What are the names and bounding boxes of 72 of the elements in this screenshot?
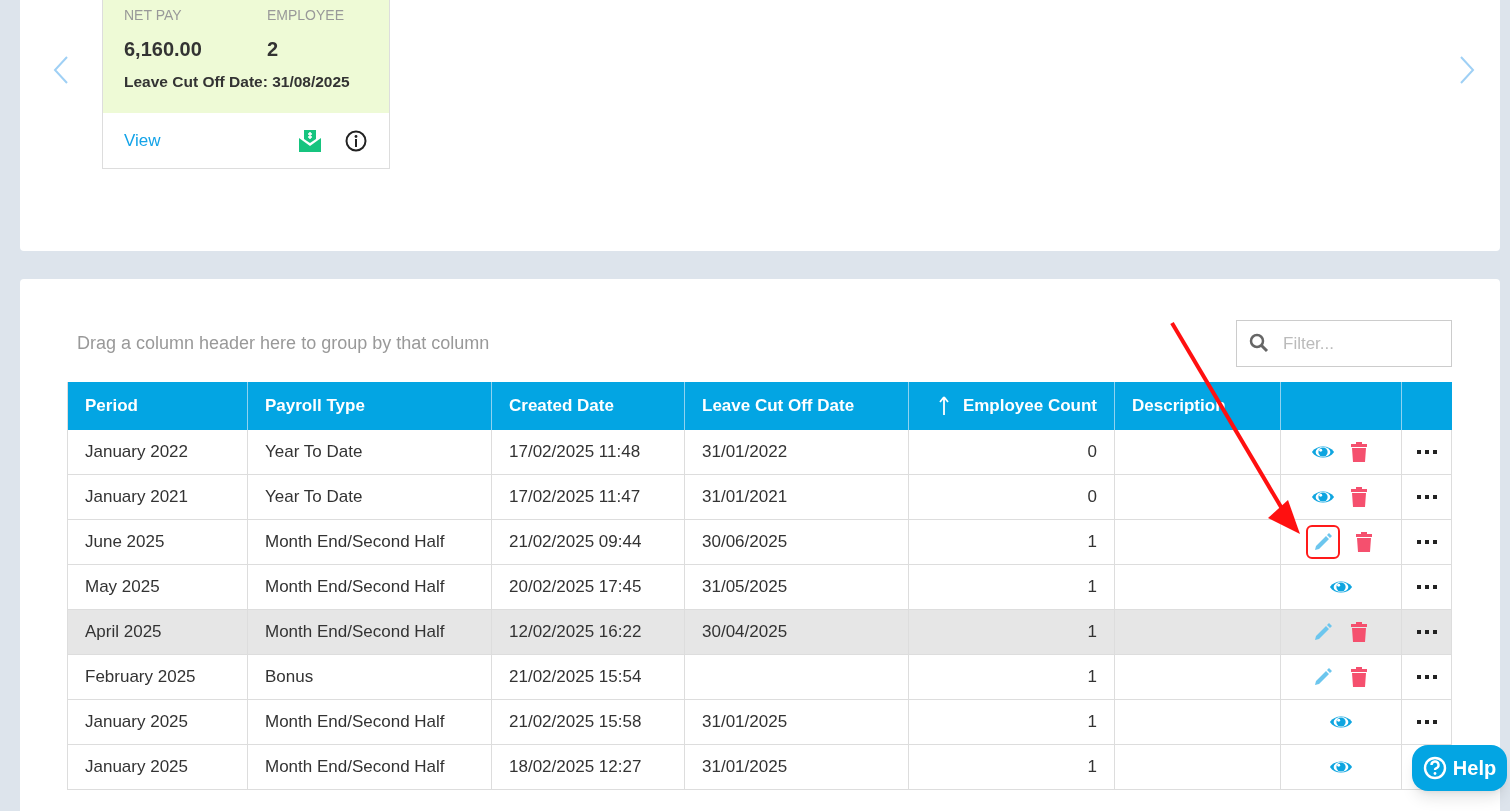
- table-cell-text: 1: [1087, 576, 1097, 599]
- table-row[interactable]: April 2025 Month End/Second Half 12/02/2025 16:22 30/04/2025 1: [68, 610, 1452, 655]
- more-icon[interactable]: [1415, 629, 1438, 635]
- table-cell-text: January 2025: [85, 711, 189, 734]
- table-cell-text: 31/01/2025: [702, 756, 788, 779]
- table-cell-text: 0: [1087, 486, 1097, 509]
- table-cell-text: 1: [1087, 711, 1097, 734]
- table-cell-text: Month End/Second Half: [265, 756, 445, 779]
- stat-label: NET PAY: [124, 6, 183, 25]
- table-row[interactable]: January 2021 Year To Date 17/02/2025 11:47 31/01/2021 0: [68, 475, 1452, 520]
- table-cell-text: 21/02/2025 09:44: [509, 531, 642, 554]
- more-icon[interactable]: [1415, 719, 1438, 725]
- table-cell-text: May 2025: [85, 576, 160, 599]
- pencil-icon[interactable]: [1313, 667, 1333, 687]
- table-cell-text: 31/01/2025: [702, 711, 788, 734]
- table-cell-text: April 2025: [85, 621, 162, 644]
- table-cell-text: Month End/Second Half: [265, 621, 445, 644]
- sort-arrow-icon: [938, 396, 949, 416]
- table-row[interactable]: January 2025 Month End/Second Half 21/02/2025 15:58 31/01/2025 1: [68, 700, 1452, 745]
- pencil-icon[interactable]: [1313, 532, 1333, 552]
- trash-icon[interactable]: [1351, 487, 1367, 507]
- table-cell-text: Month End/Second Half: [265, 531, 445, 554]
- stat-value: 6,160.00: [124, 37, 203, 62]
- table-cell-text: 31/01/2021: [702, 486, 788, 509]
- table-cell-text: January 2021: [85, 486, 189, 509]
- search-icon: [1249, 333, 1269, 353]
- table-cell-text: 17/02/2025 11:47: [509, 486, 641, 509]
- table-cell-text: 1: [1087, 531, 1097, 554]
- table-cell-text: Year To Date: [265, 441, 363, 464]
- table-cell-text: June 2025: [85, 531, 165, 554]
- trash-icon[interactable]: [1351, 622, 1367, 642]
- table-cell-text: Year To Date: [265, 486, 363, 509]
- more-icon[interactable]: [1415, 584, 1438, 590]
- table-cell-text: January 2022: [85, 441, 189, 464]
- trash-icon[interactable]: [1351, 667, 1367, 687]
- info-icon[interactable]: [345, 129, 367, 152]
- table-cell-text: 0: [1087, 441, 1097, 464]
- table-cell-text: 31/01/2022: [702, 441, 788, 464]
- more-icon[interactable]: [1415, 494, 1438, 500]
- more-icon[interactable]: [1415, 449, 1438, 455]
- table-cell-text: 1: [1087, 666, 1097, 689]
- table-cell-text: February 2025: [85, 666, 196, 689]
- table-cell-text: Bonus: [265, 666, 314, 689]
- table-cell-text: Month End/Second Half: [265, 576, 445, 599]
- question-icon: [1422, 756, 1447, 780]
- group-by-hint: Drag a column header here to group by that column: [77, 332, 490, 355]
- table-cell-text: January 2025: [85, 756, 189, 779]
- filter-field[interactable]: Filter...: [1236, 320, 1452, 367]
- table-row[interactable]: January 2022 Year To Date 17/02/2025 11:48 31/01/2022 0: [68, 430, 1452, 475]
- table-cell-text: 1: [1087, 756, 1097, 779]
- table-row[interactable]: May 2025 Month End/Second Half 20/02/2025 17:45 31/05/2025 1: [68, 565, 1452, 610]
- more-icon[interactable]: [1415, 674, 1438, 680]
- trash-icon[interactable]: [1351, 442, 1367, 462]
- envelope-money-icon[interactable]: [299, 129, 321, 152]
- trash-icon[interactable]: [1356, 532, 1372, 552]
- table-cell-text: 12/02/2025 16:22: [509, 621, 642, 644]
- table-row[interactable]: February 2025 Bonus 21/02/2025 15:54 1: [68, 655, 1452, 700]
- table-cell-text: 30/04/2025: [702, 621, 788, 644]
- table-cell-text: 17/02/2025 11:48: [509, 441, 641, 464]
- table-cell-text: 30/06/2025: [702, 531, 788, 554]
- table-cell-text: 21/02/2025 15:58: [509, 711, 642, 734]
- stat-label: EMPLOYEE: [267, 6, 345, 25]
- table-cell-text: 31/05/2025: [702, 576, 788, 599]
- table-cell-text: 20/02/2025 17:45: [509, 576, 642, 599]
- table-row[interactable]: June 2025 Month End/Second Half 21/02/2025 09:44 30/06/2025 1: [68, 520, 1452, 565]
- more-icon[interactable]: [1415, 539, 1438, 545]
- table-cell-text: 1: [1087, 621, 1097, 644]
- stat-value: 2: [267, 37, 280, 62]
- table-cell-text: Month End/Second Half: [265, 711, 445, 734]
- leave-cut-off-date: Leave Cut Off Date: 31/08/2025: [124, 72, 351, 92]
- table-cell-text: 21/02/2025 15:54: [509, 666, 642, 689]
- table-cell-text: 18/02/2025 12:27: [509, 756, 642, 779]
